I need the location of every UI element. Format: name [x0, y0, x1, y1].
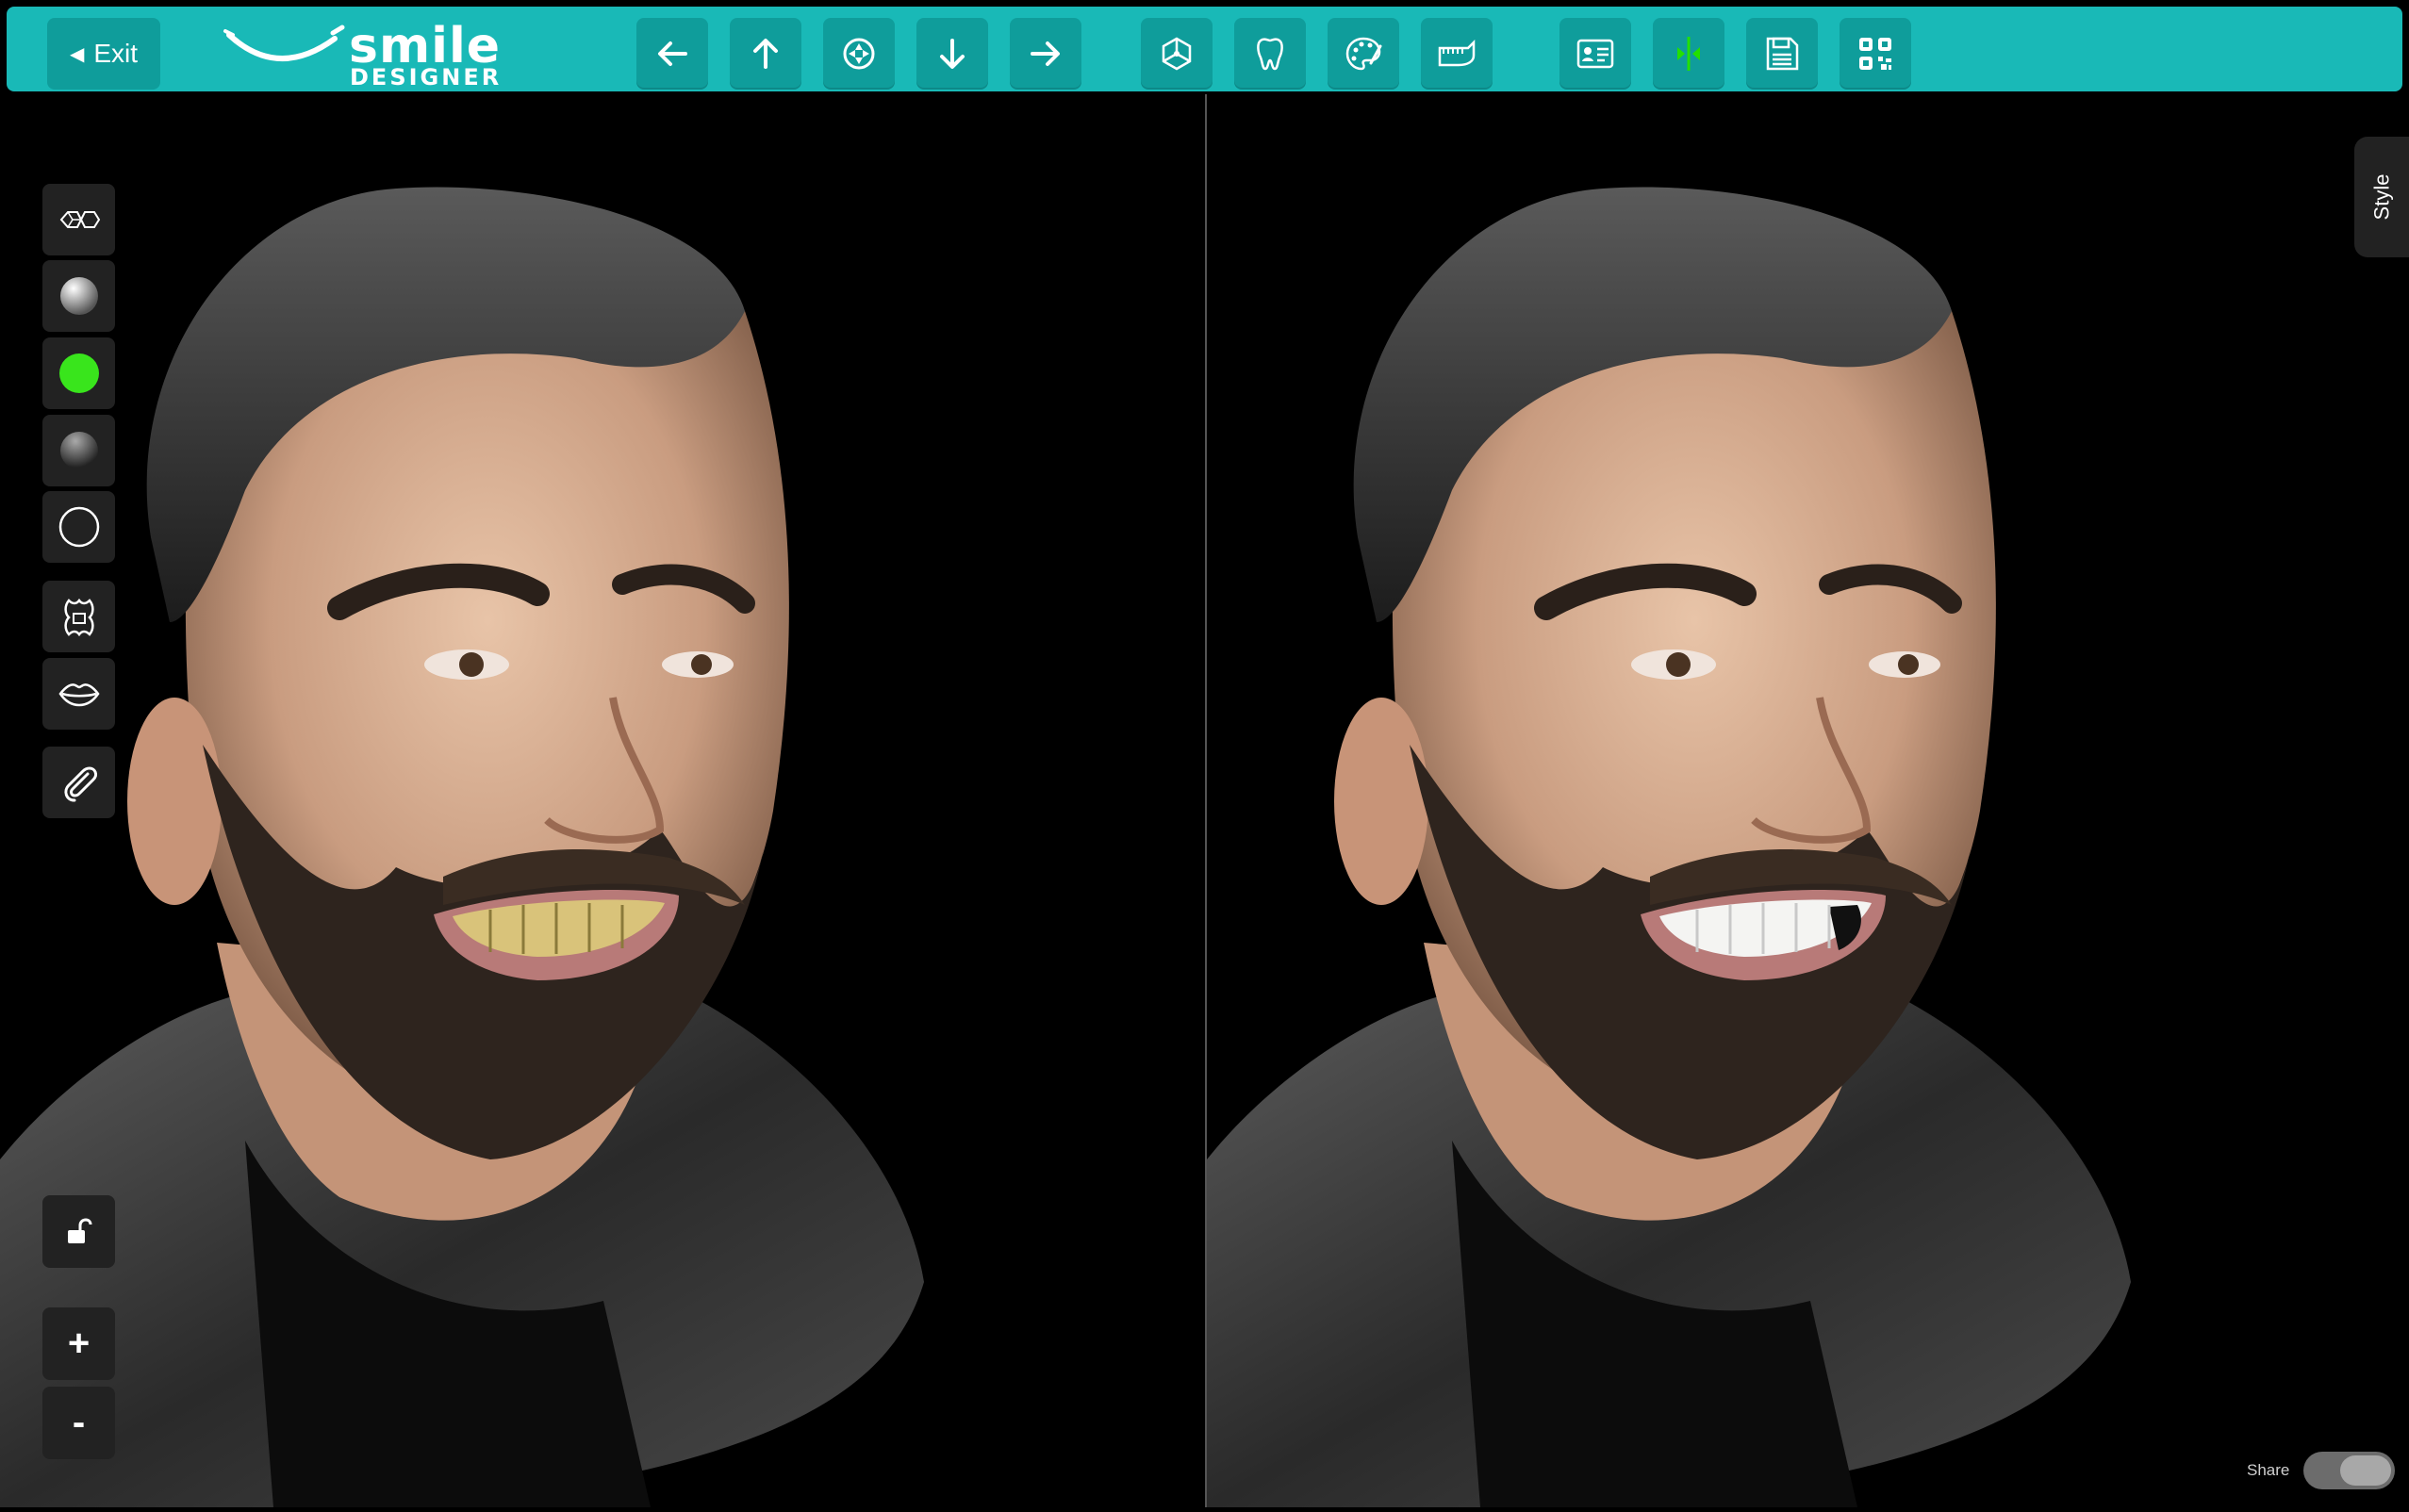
face-3d-model-designed [1207, 187, 2131, 1507]
outline-circle-icon [58, 506, 99, 548]
minus-icon: - [72, 1402, 86, 1443]
lock-toggle-button[interactable] [42, 1195, 115, 1268]
exit-button[interactable]: ◀ Exit [47, 18, 160, 90]
share-label: Share [2247, 1461, 2290, 1479]
rotate-down-button[interactable] [916, 18, 988, 90]
rotate-right-button[interactable] [1010, 18, 1081, 90]
zoom-in-button[interactable]: + [42, 1307, 115, 1380]
lips-tool-button[interactable] [42, 658, 115, 730]
mesh-texture-icon [59, 211, 100, 228]
rotate-left-button[interactable] [636, 18, 708, 90]
exit-label: Exit [93, 39, 139, 68]
rotate-up-button[interactable] [730, 18, 801, 90]
white-sphere-icon [59, 277, 98, 315]
3d-view-button[interactable] [1141, 18, 1213, 90]
style-tab-label: Style [2368, 173, 2393, 221]
original-face-view[interactable] [0, 94, 1205, 1507]
share-toggle-knob [2340, 1455, 2391, 1486]
patient-card-button[interactable] [1559, 18, 1631, 90]
smile-designer-logo: smile DESIGNER [222, 14, 504, 90]
teeth-tool-icon [63, 598, 94, 637]
logo-designer-text: DESIGNER [350, 64, 503, 90]
split-view-button[interactable] [1653, 18, 1724, 90]
palette-button[interactable] [1328, 18, 1399, 90]
palette-icon [1345, 37, 1382, 71]
recenter-button[interactable] [823, 18, 895, 90]
save-button[interactable] [1746, 18, 1818, 90]
dental-arch-button[interactable] [1421, 18, 1493, 90]
cube-axes-icon [1162, 37, 1192, 71]
center-target-icon [843, 38, 875, 70]
jaw-icon [1438, 39, 1476, 67]
zoom-out-button[interactable]: - [42, 1387, 115, 1459]
qr-code-icon [1859, 38, 1891, 70]
save-icon [1766, 37, 1799, 71]
share-toggle[interactable] [2303, 1452, 2395, 1489]
tooth-button[interactable] [1234, 18, 1306, 90]
arrow-up-icon [753, 39, 778, 69]
material-gloss-button[interactable] [42, 260, 115, 332]
arrow-right-icon [1031, 41, 1060, 66]
designed-face-view[interactable] [1207, 94, 2409, 1507]
caret-left-icon: ◀ [69, 43, 85, 65]
material-outline-button[interactable] [42, 491, 115, 563]
attachments-button[interactable] [42, 747, 115, 818]
texture-toggle-button[interactable] [42, 184, 115, 255]
smile-curve-icon [223, 25, 345, 61]
material-dark-button[interactable] [42, 415, 115, 486]
style-panel-tab[interactable]: Style [2354, 137, 2409, 257]
green-dot-icon [58, 353, 99, 393]
arrow-left-icon [658, 41, 687, 66]
teeth-tool-button[interactable] [42, 581, 115, 652]
split-arrows-icon [1677, 37, 1700, 71]
tooth-icon [1257, 38, 1283, 71]
paperclip-icon [63, 766, 97, 802]
face-3d-model-original [0, 187, 924, 1507]
plus-icon: + [67, 1323, 91, 1364]
unlock-icon [67, 1217, 91, 1243]
arrow-down-icon [940, 39, 965, 69]
lips-icon [58, 683, 100, 707]
top-toolbar: ◀ Exit smile DESIGNER [7, 7, 2402, 91]
qr-code-button[interactable] [1840, 18, 1911, 90]
material-green-button[interactable] [42, 337, 115, 409]
dark-sphere-icon [59, 432, 98, 469]
id-card-icon [1576, 39, 1614, 69]
